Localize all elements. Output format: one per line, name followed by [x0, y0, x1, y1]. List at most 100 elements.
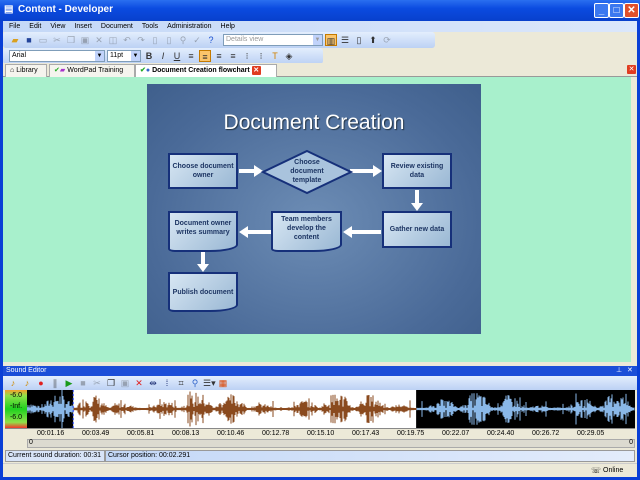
timeline-tick: 00:26.72 [532, 430, 560, 437]
zoom-icon[interactable]: ⚲ [189, 377, 201, 389]
size-select[interactable]: 11pt ▼ [107, 50, 141, 62]
align-left-icon[interactable]: ≡ [185, 50, 197, 62]
close-button[interactable]: ✕ [624, 3, 639, 18]
align-right-icon[interactable]: ≡ [213, 50, 225, 62]
menu-insert[interactable]: Insert [74, 21, 92, 32]
step-choose-template: Choose document template [290, 158, 324, 184]
tab-label: Document Creation flowchart [152, 67, 250, 74]
copy-icon[interactable]: ❐ [105, 377, 117, 389]
numbered-list-icon[interactable]: ⁝ [255, 50, 267, 62]
menu-administration[interactable]: Administration [167, 21, 211, 32]
timeline-tick: 00:01.16 [37, 430, 65, 437]
menu-help[interactable]: Help [221, 21, 235, 32]
timeline-tick: 00:17.43 [352, 430, 380, 437]
pin-icon[interactable]: ⊥ [616, 366, 622, 376]
scroll-end-label: 0 [629, 439, 633, 446]
view-select[interactable]: Details view ▼ [223, 34, 323, 46]
format-toolbar: Arial ▼ 11pt ▼ B I U ≡ ≡ ≡ ≡ ⁝ ⁝ T ◈ [3, 48, 323, 64]
layout-vertical-icon[interactable]: ▯ [353, 34, 365, 46]
arrow-icon [411, 190, 423, 211]
menu-tools[interactable]: Tools [142, 21, 158, 32]
maximize-button[interactable]: □ [609, 3, 624, 18]
tab-wordpad-training[interactable]: ✔▰ WordPad Training [49, 64, 135, 77]
menu-file[interactable]: File [9, 21, 20, 32]
meter-label: -Inf. [9, 403, 23, 410]
bullet-list-icon[interactable]: ⁝ [241, 50, 253, 62]
size-value: 11pt [110, 52, 124, 59]
tab-document-creation-flowchart[interactable]: ✔● Document Creation flowchart ✕ [135, 64, 277, 78]
document-tabs: ⌂ Library ✔▰ WordPad Training ✔● Documen… [3, 63, 637, 78]
properties-icon[interactable]: ◫ [107, 34, 119, 46]
view-select-value: Details view [226, 36, 264, 43]
paste-icon[interactable]: ▣ [79, 34, 91, 46]
menu-edit[interactable]: Edit [29, 21, 41, 32]
layout-horizontal-icon[interactable]: ☰ [339, 34, 351, 46]
bold-button[interactable]: B [143, 50, 155, 62]
italic-button[interactable]: I [157, 50, 169, 62]
crop-icon[interactable]: ⌗ [175, 377, 187, 389]
cut-icon[interactable]: ✂ [51, 34, 63, 46]
underline-button[interactable]: U [171, 50, 183, 62]
horizontal-scrollbar[interactable]: 0 0 [27, 439, 635, 448]
close-panel-icon[interactable]: ✕ [627, 366, 633, 376]
step-gather-data: Gather new data [382, 211, 452, 248]
stop-icon[interactable]: ■ [77, 377, 89, 389]
minimize-button[interactable]: _ [594, 3, 609, 18]
close-all-tabs-icon[interactable]: ✕ [627, 65, 636, 74]
close-tab-icon[interactable]: ✕ [251, 65, 261, 75]
tab-library[interactable]: ⌂ Library [5, 64, 47, 77]
effects-icon[interactable]: ☰▾ [203, 377, 216, 389]
pause-icon[interactable]: ❚ [49, 377, 61, 389]
timeline-tick: 00:12.78 [262, 430, 290, 437]
app-icon: ▤ [4, 4, 14, 15]
cut-icon[interactable]: ✂ [91, 377, 103, 389]
undo-icon[interactable]: ↶ [121, 34, 133, 46]
copy-icon[interactable]: ❐ [65, 34, 77, 46]
markers-icon[interactable]: ⁞ [161, 377, 173, 389]
level-meter: -6.0 -Inf. -6.0 [5, 390, 27, 428]
window-title: Content - Developer [18, 4, 114, 15]
paste-icon[interactable]: ▣ [119, 377, 131, 389]
spectrum-icon[interactable]: ▦ [217, 377, 229, 389]
layout-details-icon[interactable]: ▥ [325, 34, 337, 46]
help-icon[interactable]: ? [205, 34, 217, 46]
online-icon: ☏ [591, 466, 602, 475]
record-icon[interactable]: ● [35, 377, 47, 389]
waveform[interactable] [5, 388, 635, 430]
timeline-tick: 00:10.46 [217, 430, 245, 437]
sound-status-bar: Current sound duration: 00:31 Cursor pos… [5, 450, 635, 462]
print-icon[interactable]: ▭ [37, 34, 49, 46]
font-value: Arial [12, 52, 27, 59]
justify-icon[interactable]: ≡ [227, 50, 239, 62]
menu-view[interactable]: View [50, 21, 65, 32]
font-color-icon[interactable]: T [269, 50, 281, 62]
append-sound-icon[interactable]: ♪ [21, 377, 33, 389]
library-icon: ⌂ [10, 67, 15, 74]
arrow-icon [197, 252, 209, 272]
fill-color-icon[interactable]: ◈ [283, 50, 295, 62]
slide: Document Creation Choose document owner … [147, 84, 481, 334]
align-center-icon[interactable]: ≡ [199, 50, 211, 62]
delete-icon[interactable]: ✕ [133, 377, 145, 389]
indent-icon[interactable]: ▯ [149, 34, 161, 46]
find-icon[interactable]: ⚲ [177, 34, 189, 46]
outdent-icon[interactable]: ▯ [163, 34, 175, 46]
play-icon[interactable]: ▶ [63, 377, 75, 389]
arrow-icon [350, 165, 382, 177]
insert-sound-icon[interactable]: ♪ [7, 377, 19, 389]
font-select[interactable]: Arial ▼ [9, 50, 105, 62]
waveform-graphic[interactable] [5, 388, 635, 430]
menu-document[interactable]: Document [101, 21, 133, 32]
save-icon[interactable]: ■ [23, 34, 35, 46]
redo-icon[interactable]: ↷ [135, 34, 147, 46]
delete-icon[interactable]: ✕ [93, 34, 105, 46]
step-publish: Publish document [168, 272, 238, 312]
publish-icon[interactable]: ⬆ [367, 34, 379, 46]
sound-editor-title: Sound Editor ⊥ ✕ [3, 366, 637, 376]
spellcheck-icon[interactable]: ✓ [191, 34, 203, 46]
meter-label: -6.0 [9, 392, 23, 399]
open-icon[interactable]: ▰ [9, 34, 21, 46]
chevron-down-icon: ▼ [95, 51, 104, 61]
sync-icon[interactable]: ⟳ [381, 34, 393, 46]
select-all-icon[interactable]: ⇹ [147, 377, 159, 389]
